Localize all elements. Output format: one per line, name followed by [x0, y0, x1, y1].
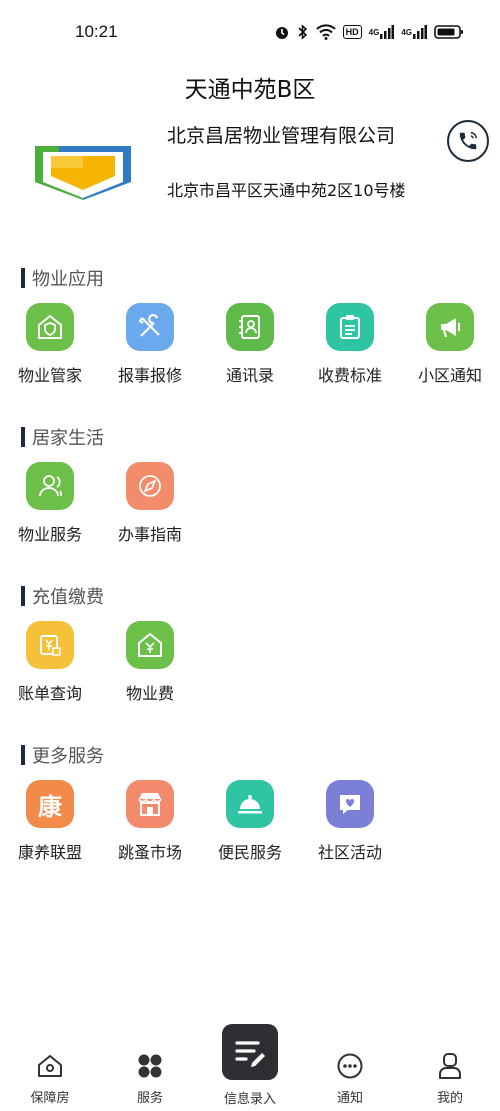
tab-mine[interactable]: 我的 [400, 1048, 500, 1108]
app-label: 社区活动 [317, 843, 382, 862]
profile-icon [436, 1052, 464, 1080]
company-logo [33, 142, 133, 200]
cloche-icon [226, 780, 274, 828]
app-label: 报事报修 [117, 366, 182, 385]
section-accent-bar [21, 268, 25, 288]
section-header: 充值缴费 [21, 583, 104, 609]
chat-dots-icon [336, 1052, 364, 1080]
app-health-alliance[interactable]: 康 康养联盟 [0, 772, 100, 862]
shop-icon [126, 780, 174, 828]
app-community-activity[interactable]: 社区活动 [300, 772, 400, 862]
app-community-notice[interactable]: 小区通知 [400, 295, 500, 385]
app-grid: 物业服务 办事指南 [0, 454, 500, 554]
section-header: 更多服务 [21, 742, 104, 768]
house-yen-icon [126, 621, 174, 669]
heart-chat-icon [326, 780, 374, 828]
app-bill-query[interactable]: 账单查询 [0, 613, 100, 703]
app-label: 小区通知 [417, 366, 482, 385]
app-convenience-service[interactable]: 便民服务 [200, 772, 300, 862]
app-label: 跳蚤市场 [117, 843, 182, 862]
section-title: 居家生活 [32, 428, 104, 449]
signal-icon: 4G [369, 23, 395, 41]
tab-label: 通知 [336, 1091, 363, 1106]
app-label: 便民服务 [217, 843, 282, 862]
app-label: 康养联盟 [17, 843, 82, 862]
page-title: 天通中苑B区 [184, 77, 316, 103]
app-grid: 账单查询 物业费 [0, 613, 500, 713]
clipboard-icon [326, 303, 374, 351]
section-title: 充值缴费 [32, 587, 104, 608]
section-accent-bar [21, 745, 25, 765]
tab-label: 我的 [436, 1091, 463, 1106]
status-icons: HD 4G 4G [274, 23, 464, 41]
section-accent-bar [21, 427, 25, 447]
section-title: 更多服务 [32, 746, 104, 767]
call-button[interactable] [447, 120, 489, 162]
tab-info-entry[interactable] [222, 1024, 278, 1080]
section-header: 物业应用 [21, 265, 104, 291]
app-label: 物业服务 [17, 525, 82, 544]
house-shield-icon [26, 303, 74, 351]
tab-label: 保障房 [30, 1091, 70, 1106]
battery-icon [434, 23, 464, 41]
alarm-icon [274, 23, 290, 41]
tab-services[interactable]: 服务 [100, 1048, 200, 1108]
signal-icon: 4G [401, 23, 427, 41]
section-header: 居家生活 [21, 424, 104, 450]
company-name: 北京昌居物业管理有限公司 [167, 125, 396, 147]
phone-icon [457, 130, 479, 152]
tools-icon [126, 303, 174, 351]
kang-glyph: 康 [38, 792, 62, 821]
app-label: 办事指南 [117, 525, 182, 544]
bill-icon [26, 621, 74, 669]
app-flea-market[interactable]: 跳蚤市场 [100, 772, 200, 862]
app-contacts[interactable]: 通讯录 [200, 295, 300, 385]
hd-icon: HD [342, 25, 362, 39]
grid-icon [136, 1052, 164, 1080]
app-label: 物业费 [125, 684, 174, 703]
status-time: 10:21 [75, 22, 118, 41]
edit-icon [232, 1034, 268, 1070]
app-label: 账单查询 [17, 684, 82, 703]
wifi-icon [315, 23, 336, 41]
service-people-icon [26, 462, 74, 510]
company-address: 北京市昌平区天通中苑2区10号楼 [167, 181, 406, 200]
app-property-steward[interactable]: 物业管家 [0, 295, 100, 385]
network-type: 4G [401, 27, 412, 37]
tab-affordable-housing[interactable]: 保障房 [0, 1048, 100, 1108]
network-type: 4G [368, 27, 380, 37]
contacts-icon [226, 303, 274, 351]
app-label: 物业管家 [17, 366, 82, 385]
app-grid: 物业管家 报事报修 通讯录 收费标准 小区通知 [0, 295, 500, 395]
section-accent-bar [21, 586, 25, 606]
bottom-tab-bar: 保障房 服务 信息录入 通知 我的 [0, 1020, 500, 1111]
app-property-service[interactable]: 物业服务 [0, 454, 100, 544]
section-title: 物业应用 [32, 269, 104, 290]
tab-notifications[interactable]: 通知 [300, 1048, 400, 1108]
app-grid: 康 康养联盟 跳蚤市场 便民服务 社区活动 [0, 772, 500, 872]
tab-label: 信息录入 [223, 1092, 276, 1107]
compass-icon [126, 462, 174, 510]
app-property-fee[interactable]: 物业费 [100, 613, 200, 703]
kang-icon: 康 [26, 780, 74, 828]
app-label: 通讯录 [225, 366, 274, 385]
app-label: 收费标准 [317, 366, 382, 385]
status-bar: 10:21 HD 4G 4G [0, 0, 500, 64]
tab-label: 服务 [136, 1091, 163, 1106]
app-guide[interactable]: 办事指南 [100, 454, 200, 544]
app-report-repair[interactable]: 报事报修 [100, 295, 200, 385]
megaphone-icon [426, 303, 474, 351]
app-fee-standard[interactable]: 收费标准 [300, 295, 400, 385]
bluetooth-icon [297, 23, 309, 41]
home-icon [36, 1052, 64, 1080]
